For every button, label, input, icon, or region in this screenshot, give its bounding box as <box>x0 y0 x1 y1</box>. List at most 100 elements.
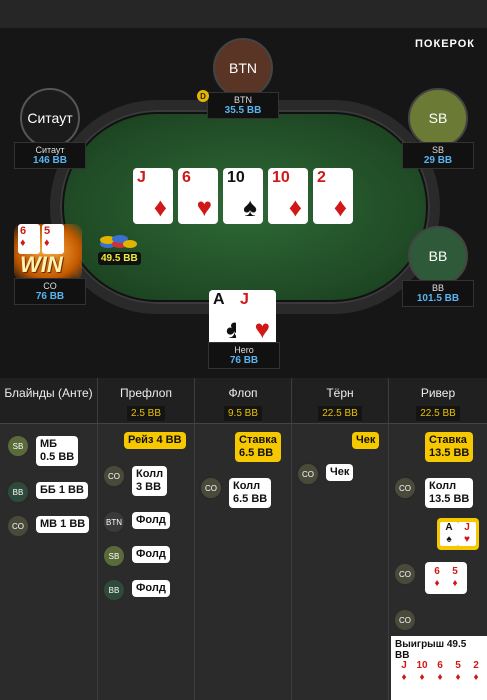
hand-history: Блайнды (Анте) Префлоп 2.5 BB Флоп 9.5 B… <box>0 378 487 700</box>
pos-badge: CO <box>296 462 320 486</box>
action-bubble: Фолд <box>132 546 170 564</box>
seat-stack: 76 BB <box>229 355 259 366</box>
seat-stack: 35.5 BB <box>224 105 262 116</box>
action-bubble: МВ 1 BB <box>36 516 90 534</box>
pos-badge: CO <box>393 476 417 500</box>
poker-table: ПОКЕРОК BTN BTN 35.5 BB D Ситаут Ситаут … <box>0 28 487 378</box>
seat-co[interactable]: CO 76 BB <box>11 278 89 305</box>
col-title: Флоп <box>228 386 258 400</box>
seat-hero[interactable]: Hero 76 BB <box>205 342 283 369</box>
co-show-card-2: 5 ♦ <box>446 566 464 590</box>
col-pot: 22.5 BB <box>318 406 362 421</box>
seat-name: Hero <box>234 345 254 355</box>
col-title: Ривер <box>420 386 456 400</box>
pos-badge: CO <box>393 562 417 586</box>
co-showdown: 6 ♦ 5 ♦ <box>425 562 467 594</box>
avatar: SB <box>408 88 468 148</box>
win-card-1: J ♦ <box>395 660 413 684</box>
col-river: Ривер 22.5 BB <box>389 378 487 423</box>
col-title: Тёрн <box>326 386 354 400</box>
col-blinds: Блайнды (Анте) <box>0 378 98 423</box>
seat-plate: SB 29 BB <box>402 142 474 169</box>
pos-badge: BB <box>102 578 126 602</box>
seat-plate: BB 101.5 BB <box>402 280 474 307</box>
col-preflop-body: Рейз 4 BB CO Колл 3 BB BTN Фолд SB Фолд … <box>98 424 195 700</box>
pos-badge: SB <box>6 434 30 458</box>
col-title: Блайнды (Анте) <box>4 386 93 400</box>
chip-stack-icon <box>98 230 138 254</box>
history-header: Блайнды (Анте) Префлоп 2.5 BB Флоп 9.5 B… <box>0 378 487 424</box>
dealer-button-icon: D <box>197 90 209 102</box>
seat-plate: Ситаут 146 BB <box>14 142 86 169</box>
action-bubble: Ставка 6.5 BB <box>235 432 281 463</box>
action-bubble: ББ 1 BB <box>36 482 88 500</box>
win-panel: Выигрыш 49.5 BB J ♦ 10 ♦ 6 ♦ 5 ♦ 2 ♦ <box>391 636 487 700</box>
co-show-card-1: 6 ♦ <box>428 566 446 590</box>
seat-plate: BTN 35.5 BB <box>207 92 279 119</box>
col-flop: Флоп 9.5 BB <box>195 378 292 423</box>
win-card-2: 10 ♦ <box>413 660 431 684</box>
seat-stack: 101.5 BB <box>416 293 460 304</box>
win-card-5: 2 ♦ <box>467 660 485 684</box>
action-bubble: Фолд <box>132 580 170 598</box>
col-turn-body: Чек CO Чек <box>292 424 389 700</box>
col-pot: 22.5 BB <box>416 406 460 421</box>
seat-stack: 29 BB <box>423 155 453 166</box>
action-bubble: Колл 6.5 BB <box>229 478 272 509</box>
col-blinds-body: SB МБ 0.5 BB BB ББ 1 BB CO МВ 1 BB <box>0 424 98 700</box>
pos-badge: BB <box>6 480 30 504</box>
board-card-5: 2 ♦ <box>313 168 353 224</box>
pos-badge: CO <box>102 464 126 488</box>
col-title: Префлоп <box>120 386 172 400</box>
avatar: BTN <box>213 38 273 98</box>
seat-sb[interactable]: SB SB 29 BB <box>399 88 477 169</box>
seat-name: BB <box>431 283 444 293</box>
seat-name: Ситаут <box>35 145 65 155</box>
seat-name: CO <box>43 281 57 291</box>
seat-plate: CO 76 BB <box>14 278 86 305</box>
app-logo: ПОКЕРОК <box>415 38 475 50</box>
action-bubble: МБ 0.5 BB <box>36 436 79 467</box>
col-turn: Тёрн 22.5 BB <box>292 378 389 423</box>
avatar: BB <box>408 226 468 286</box>
seat-bb[interactable]: BB BB 101.5 BB <box>399 226 477 307</box>
action-bubble: Чек <box>326 464 354 482</box>
hero-show-card-2: J ♥ <box>458 522 476 546</box>
board-card-4: 10 ♦ <box>268 168 308 224</box>
col-pot: 9.5 BB <box>223 406 263 421</box>
pot-amount: 49.5 BB <box>98 252 141 265</box>
col-pot: 2.5 BB <box>126 406 166 421</box>
avatar: Ситаут <box>20 88 80 148</box>
seat-stack: 76 BB <box>35 291 65 302</box>
pos-badge: CO <box>6 514 30 538</box>
co-card-1: 6 ♦ <box>18 224 40 254</box>
seat-sitaut[interactable]: Ситаут Ситаут 146 BB <box>11 88 89 169</box>
action-bubble: Колл 3 BB <box>132 466 168 497</box>
seat-name: SB <box>431 145 444 155</box>
hero-showdown: A ♠ J ♥ <box>437 518 479 550</box>
col-flop-body: Ставка 6.5 BB CO Колл 6.5 BB <box>195 424 292 700</box>
seat-btn[interactable]: BTN BTN 35.5 BB <box>204 38 282 119</box>
seat-name: BTN <box>234 95 252 105</box>
pos-badge: BTN <box>102 510 126 534</box>
action-bubble: Фолд <box>132 512 170 530</box>
board-card-3: 10 ♠ <box>223 168 263 224</box>
action-bubble: Чек <box>352 432 380 450</box>
pos-badge: CO <box>393 608 417 632</box>
hero-card-2: J ♥ <box>236 290 276 346</box>
seat-plate: Hero 76 BB <box>208 342 280 369</box>
action-bubble: Колл 13.5 BB <box>425 478 474 509</box>
seat-stack: 146 BB <box>33 155 67 166</box>
co-card-2: 5 ♦ <box>42 224 64 254</box>
col-preflop: Префлоп 2.5 BB <box>98 378 195 423</box>
win-label: WIN <box>20 252 63 277</box>
status-bar <box>0 0 487 28</box>
board-card-2: 6 ♥ <box>178 168 218 224</box>
pos-badge: SB <box>102 544 126 568</box>
board-card-1: J ♦ <box>133 168 173 224</box>
action-bubble: Рейз 4 BB <box>124 432 186 450</box>
pos-badge: CO <box>199 476 223 500</box>
action-bubble: Ставка 13.5 BB <box>425 432 474 463</box>
win-card-3: 6 ♦ <box>431 660 449 684</box>
winner-badge: 6 ♦ 5 ♦ WIN <box>14 224 82 280</box>
